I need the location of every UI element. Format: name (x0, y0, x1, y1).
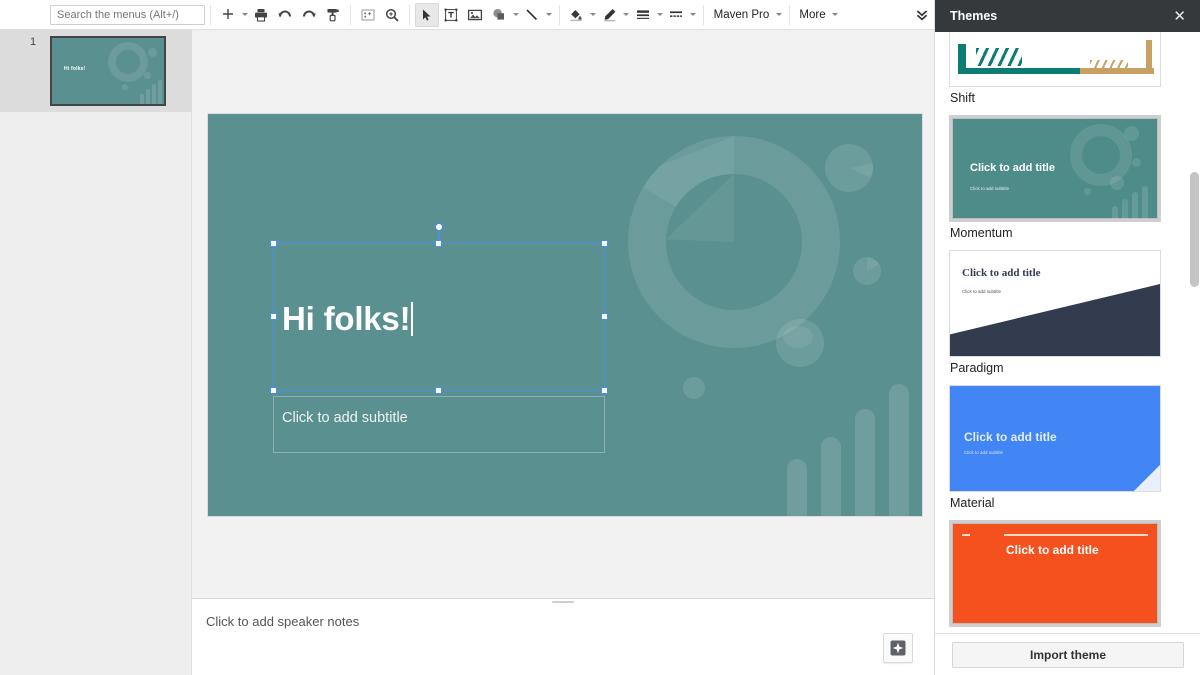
slide-title-text[interactable]: Hi folks! (282, 300, 413, 338)
theme-item-shift[interactable]: Shift (949, 32, 1171, 105)
slide-thumbnail-title: Hi folks! (64, 66, 86, 72)
resize-handle-ne[interactable] (601, 240, 608, 247)
search-menus-input[interactable] (50, 4, 205, 25)
explore-star-icon (890, 640, 906, 656)
border-weight-dropdown-caret[interactable] (655, 3, 664, 27)
speaker-notes-placeholder: Click to add speaker notes (206, 614, 360, 629)
theme-name-label: Shift (950, 91, 976, 105)
import-theme-bar: Import theme (935, 633, 1200, 675)
border-color-button[interactable] (598, 3, 622, 27)
text-box-button[interactable] (439, 3, 463, 27)
paint-format-button[interactable] (321, 3, 345, 27)
new-slide-dropdown-caret[interactable] (240, 3, 249, 27)
slide-filmstrip: 1 Hi folks! (0, 30, 192, 675)
theme-preview-subtitle: Click to add subtitle (962, 289, 1002, 294)
themes-panel-header: Themes ✕ (935, 0, 1200, 32)
theme-preview-subtitle: Click to add subtitle (970, 186, 1010, 191)
main-toolbar: Maven Pro More (0, 0, 934, 30)
line-dropdown-caret[interactable] (544, 3, 553, 27)
font-name-dropdown[interactable]: Maven Pro (709, 3, 775, 27)
theme-preview-title: Click to add title (964, 430, 1057, 444)
insert-image-button[interactable] (463, 3, 487, 27)
import-theme-button[interactable]: Import theme (952, 641, 1184, 668)
fill-color-button[interactable] (564, 3, 588, 27)
select-tool-button[interactable] (414, 2, 439, 27)
slide-title-value: Hi folks! (282, 300, 411, 337)
resize-handle-s[interactable] (435, 387, 442, 394)
theme-thumbnail[interactable]: Click to add title (949, 520, 1161, 627)
shape-button[interactable] (487, 3, 511, 27)
theme-thumbnail[interactable] (949, 32, 1161, 87)
theme-preview-title: Click to add title (970, 162, 1055, 174)
themes-scrollbar-thumb[interactable] (1190, 172, 1199, 287)
theme-name-label: Paradigm (950, 361, 1004, 375)
new-slide-button[interactable] (216, 3, 240, 27)
resize-handle-n[interactable] (435, 240, 442, 247)
resize-handle-nw[interactable] (270, 240, 277, 247)
toolbar-divider (210, 4, 211, 25)
zoom-button[interactable] (380, 3, 404, 27)
themes-scroll-area[interactable]: Shift Click to add title Click to add su… (935, 32, 1200, 633)
theme-thumbnail[interactable]: Click to add title Click to add subtitle (949, 250, 1161, 357)
print-button[interactable] (249, 3, 273, 27)
theme-item-material[interactable]: Click to add title Click to add subtitle… (949, 385, 1171, 510)
collapse-toolbar-button[interactable] (910, 3, 934, 27)
toolbar-divider (558, 4, 560, 25)
more-options-button[interactable]: More (794, 3, 830, 27)
theme-preview-title: Click to add title (962, 267, 1041, 279)
themes-panel-title: Themes (950, 9, 998, 23)
theme-name-label: Momentum (950, 226, 1013, 240)
redo-button[interactable] (297, 3, 321, 27)
slide-number-label: 1 (30, 36, 37, 48)
resize-handle-se[interactable] (601, 387, 608, 394)
text-cursor (411, 302, 413, 336)
toolbar-divider (350, 4, 352, 25)
theme-name-label: Material (950, 496, 995, 510)
resize-handle-sw[interactable] (270, 387, 277, 394)
toolbar-divider (788, 4, 790, 25)
toolbar-divider (409, 4, 410, 25)
theme-item-momentum[interactable]: Click to add title Click to add subtitle… (949, 115, 1171, 240)
theme-preview-subtitle: Click to add subtitle (964, 450, 1004, 455)
speaker-notes-panel[interactable]: Click to add speaker notes (192, 598, 934, 675)
theme-item-paradigm[interactable]: Click to add title Click to add subtitle… (949, 250, 1171, 375)
explore-button[interactable] (883, 633, 913, 663)
fit-to-window-button[interactable] (356, 3, 380, 27)
shape-dropdown-caret[interactable] (511, 3, 520, 27)
slide-canvas[interactable]: Hi folks! Click to add subtitle (208, 114, 922, 516)
theme-preview-title: Click to add title (1006, 543, 1099, 557)
theme-thumbnail[interactable]: Click to add title Click to add subtitle (949, 115, 1161, 222)
themes-list: Shift Click to add title Click to add su… (935, 32, 1185, 633)
undo-button[interactable] (273, 3, 297, 27)
themes-panel: Themes ✕ Shift Click to add title Click … (934, 0, 1200, 675)
line-button[interactable] (520, 3, 544, 27)
toolbar-divider (702, 4, 704, 25)
close-icon[interactable]: ✕ (1170, 7, 1189, 26)
border-color-dropdown-caret[interactable] (622, 3, 631, 27)
resize-handle-w[interactable] (270, 313, 277, 320)
more-options-caret[interactable] (831, 3, 840, 27)
slide-thumbnail-1[interactable]: Hi folks! (50, 36, 166, 106)
border-dash-button[interactable] (664, 3, 688, 27)
rotation-handle[interactable] (435, 223, 443, 231)
subtitle-textbox[interactable]: Click to add subtitle (273, 396, 605, 453)
border-dash-dropdown-caret[interactable] (688, 3, 697, 27)
fill-color-dropdown-caret[interactable] (588, 3, 597, 27)
font-name-dropdown-caret[interactable] (774, 3, 783, 27)
theme-thumbnail[interactable]: Click to add title Click to add subtitle (949, 385, 1161, 492)
resize-handle-e[interactable] (601, 313, 608, 320)
slide-editor-area: Hi folks! Click to add subtitle (192, 30, 934, 598)
title-textbox[interactable]: Hi folks! (270, 223, 608, 394)
subtitle-placeholder-text: Click to add subtitle (282, 410, 408, 426)
theme-item-orange[interactable]: Click to add title (949, 520, 1171, 627)
border-weight-button[interactable] (631, 3, 655, 27)
notes-resize-grip[interactable] (552, 601, 574, 603)
